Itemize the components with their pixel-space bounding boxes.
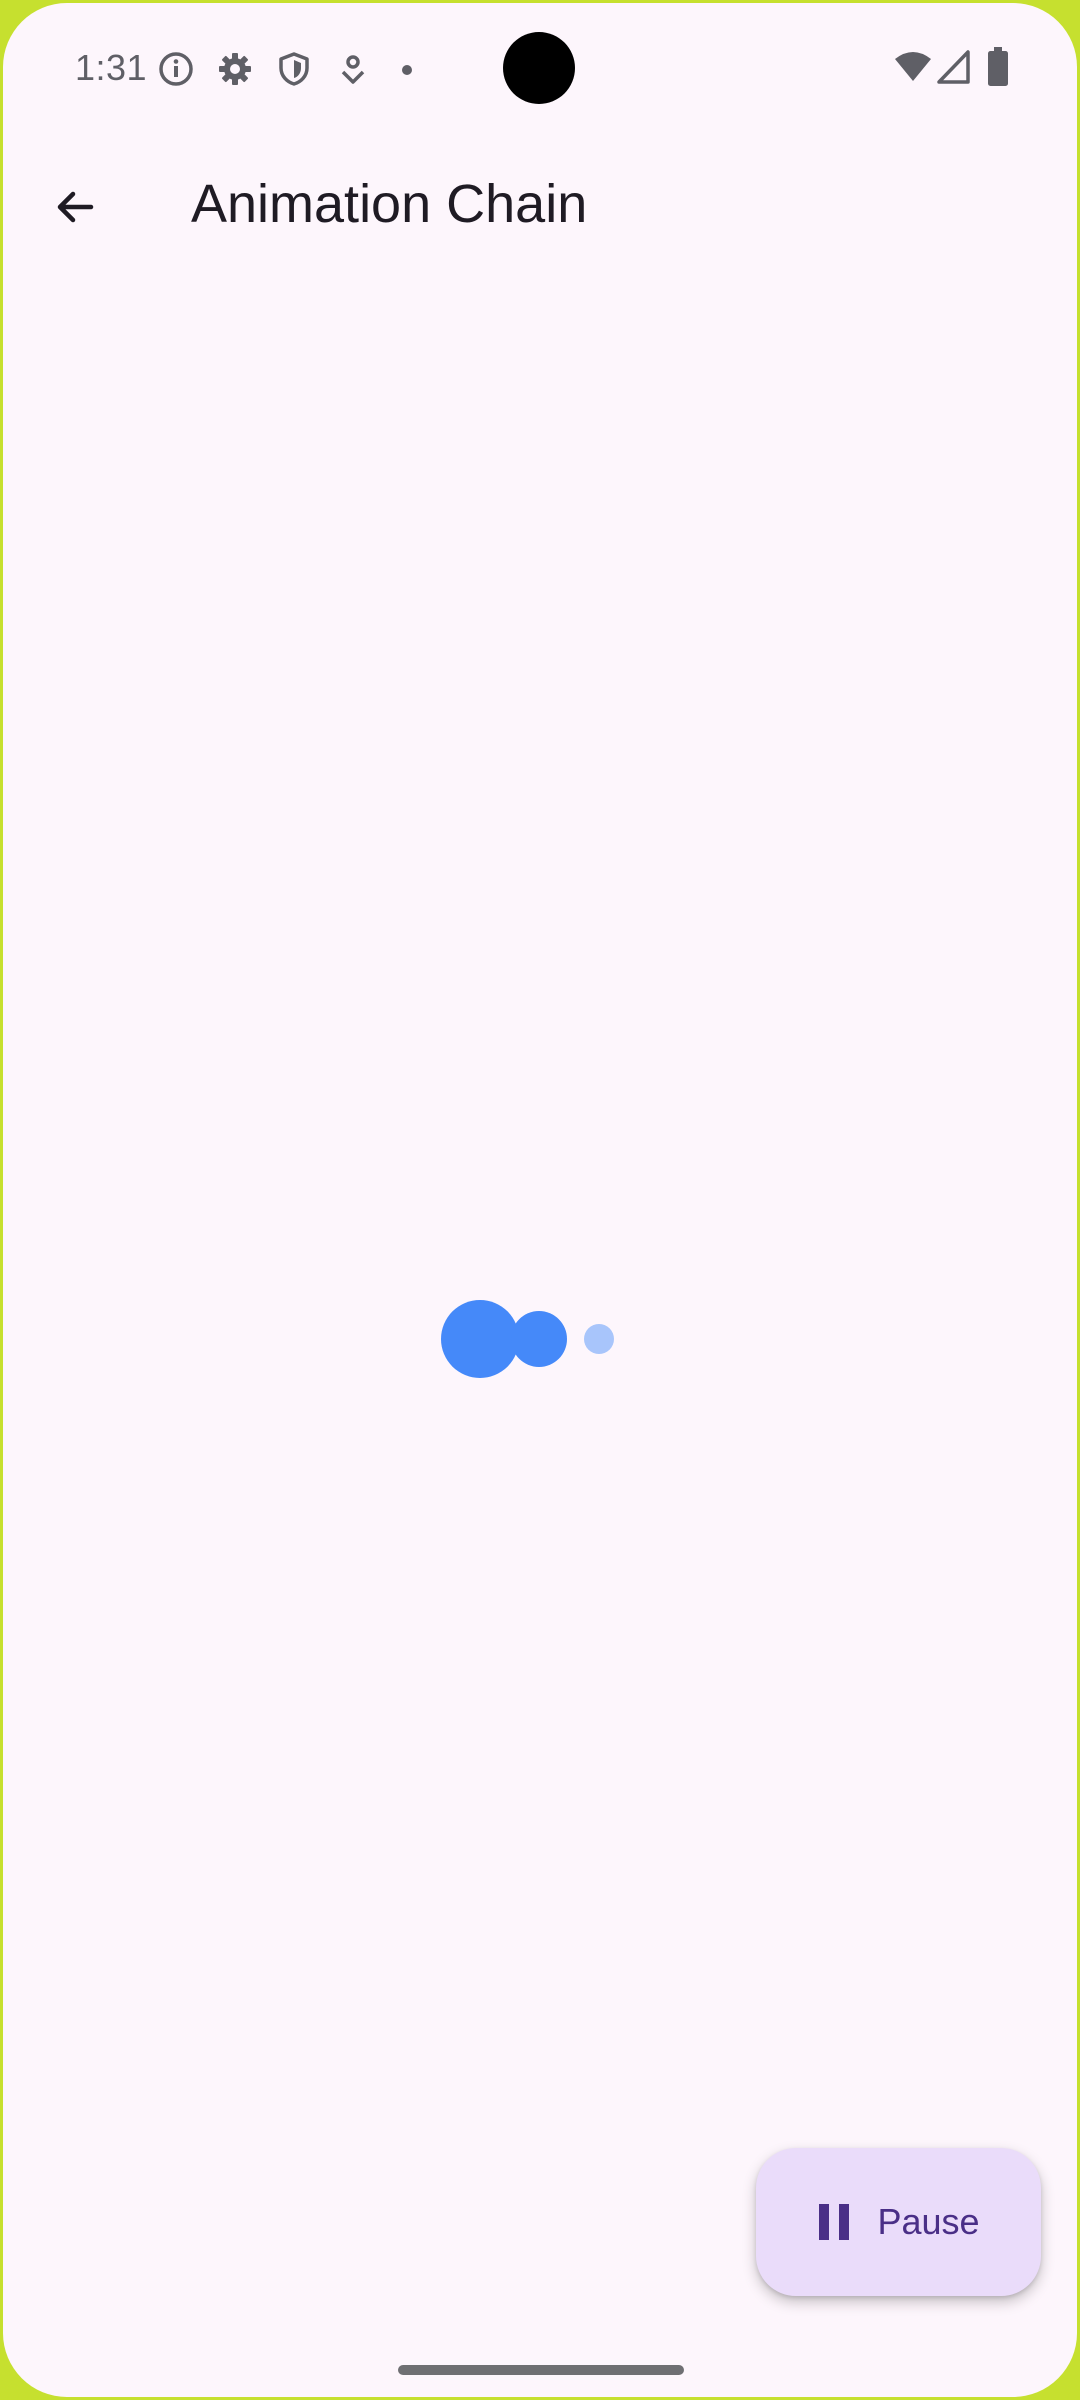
info-icon	[158, 51, 194, 92]
settings-icon	[217, 51, 253, 92]
signal-icon	[937, 49, 971, 90]
shield-icon	[276, 51, 312, 92]
gesture-nav-handle[interactable]	[398, 2365, 684, 2375]
battery-icon	[987, 47, 1009, 92]
pause-button[interactable]: Pause	[756, 2148, 1041, 2296]
pause-icon	[819, 2204, 850, 2240]
dot-icon	[401, 63, 413, 81]
app-screen: 1:31 Animation Chain Pause	[3, 3, 1077, 2397]
arrow-back-icon	[57, 191, 94, 223]
wifi-icon	[893, 49, 933, 90]
loader-dot-small	[584, 1324, 614, 1354]
camera-cutout	[503, 32, 575, 104]
status-bar: 1:31	[3, 3, 1077, 133]
status-time: 1:31	[75, 47, 148, 88]
pause-button-label: Pause	[877, 2201, 980, 2242]
back-button[interactable]	[39, 171, 111, 243]
page-title: Animation Chain	[191, 174, 588, 234]
loader-dot-medium	[511, 1311, 567, 1367]
loader-dot-large	[441, 1300, 519, 1378]
location-icon	[335, 51, 371, 92]
loading-animation	[441, 1300, 614, 1378]
